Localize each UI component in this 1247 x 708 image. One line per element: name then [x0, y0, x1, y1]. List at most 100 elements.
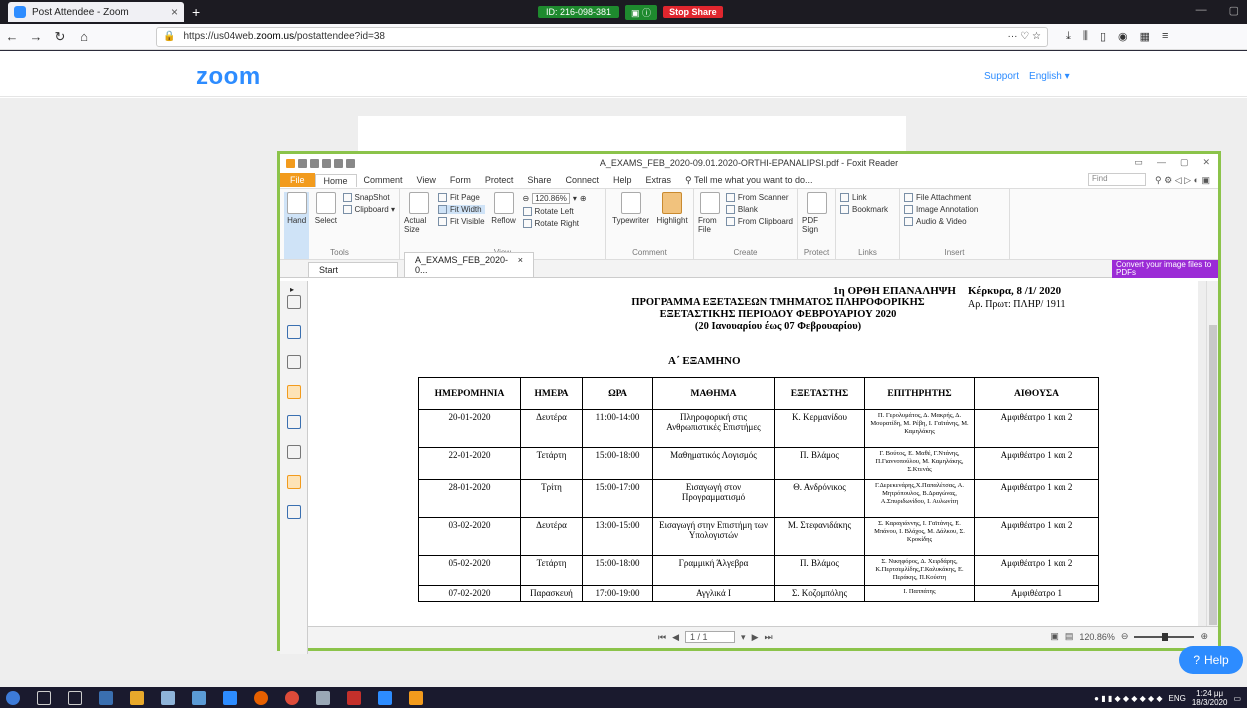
scrollbar-thumb[interactable] [1209, 325, 1217, 625]
tell-me-search[interactable]: ⚲ Tell me what you want to do... [678, 175, 820, 186]
start-icon[interactable] [6, 690, 20, 705]
sidebar-icon[interactable]: ▯ [1100, 30, 1106, 43]
rotate-right-button[interactable]: Rotate Right [522, 219, 587, 228]
status-zoom-value[interactable]: 120.86% [1079, 632, 1115, 642]
task-view-icon[interactable] [68, 690, 82, 705]
menu-file[interactable]: File [280, 173, 315, 187]
menu-view[interactable]: View [410, 175, 443, 185]
bookmark-button[interactable]: Bookmark [840, 205, 888, 214]
home-icon[interactable]: ⌂ [72, 29, 96, 44]
app-icon[interactable] [316, 690, 330, 705]
first-page-icon[interactable]: ⏮ [658, 632, 666, 643]
close-tab-icon[interactable]: × [171, 5, 178, 19]
explorer-icon[interactable] [99, 690, 113, 705]
vertical-scrollbar[interactable] [1206, 281, 1218, 631]
audio-video-button[interactable]: Audio & Video [904, 217, 978, 226]
zoom-logo[interactable]: zoom [196, 63, 261, 91]
security-icon[interactable] [286, 475, 301, 489]
layers-icon[interactable] [286, 325, 301, 339]
zoom-icon[interactable] [378, 690, 392, 705]
panel-expand-icon[interactable]: ▸ [280, 281, 307, 295]
menu-help[interactable]: Help [606, 175, 639, 185]
next-page-icon[interactable]: ▶ [752, 632, 759, 643]
fit-width-button[interactable]: Fit Width [438, 205, 485, 214]
url-bar[interactable]: 🔒 https://us04web.zoom.us/postattendee?i… [156, 26, 1048, 47]
single-page-icon[interactable]: ▣ [1050, 631, 1059, 642]
menu-comment[interactable]: Comment [357, 175, 410, 185]
link-button[interactable]: Link [840, 193, 888, 202]
blank-button[interactable]: Blank [725, 205, 793, 214]
from-scanner-button[interactable]: From Scanner [725, 193, 793, 202]
certify-icon[interactable] [286, 505, 301, 519]
tray-icons[interactable]: ● ▮ ▮ ◆ ◆ ◆ ◆ ◆ ◆ [1094, 694, 1162, 703]
zoom-in-icon[interactable]: ⊕ [1200, 631, 1208, 642]
prev-page-icon[interactable]: ◀ [672, 632, 679, 643]
menu-home[interactable]: Home [314, 173, 357, 187]
tab-start[interactable]: Start [308, 262, 398, 277]
support-link[interactable]: Support [984, 71, 1019, 82]
maximize-icon[interactable]: ▢ [1229, 4, 1239, 17]
rotate-left-button[interactable]: Rotate Left [522, 207, 587, 216]
reload-icon[interactable]: ↻ [48, 29, 72, 45]
foxit-icon[interactable] [409, 690, 423, 705]
page-number-input[interactable]: 1 / 1 [685, 631, 736, 643]
account-icon[interactable]: ◉ [1118, 30, 1128, 43]
clipboard-button[interactable]: Clipboard ▾ [342, 205, 395, 214]
foxit-right-tools[interactable]: ⚲ ⚙ ◁ ▷ ◐ ▣ [1155, 175, 1210, 186]
snapshot-button[interactable]: SnapShot [342, 193, 395, 202]
fit-page-button[interactable]: Fit Page [438, 193, 485, 202]
image-annotation-button[interactable]: Image Annotation [904, 205, 978, 214]
folder-icon[interactable] [130, 690, 144, 705]
back-icon[interactable]: ← [0, 29, 24, 44]
signature-icon[interactable] [286, 355, 301, 369]
maximize-icon[interactable]: ▢ [1180, 157, 1189, 168]
from-clipboard-button[interactable]: From Clipboard [725, 217, 793, 226]
menu-icon[interactable]: ≡ [1162, 30, 1168, 43]
stop-share-button[interactable]: Stop Share [663, 6, 723, 18]
zoom-slider[interactable] [1134, 632, 1195, 641]
page-actions-icon[interactable]: ··· ♡ ☆ [1008, 31, 1041, 42]
menu-extras[interactable]: Extras [639, 175, 679, 185]
file-attachment-button[interactable]: File Attachment [904, 193, 978, 202]
download-icon[interactable]: ⤓ [1066, 30, 1071, 43]
chrome-icon[interactable] [285, 690, 299, 705]
forward-icon[interactable]: → [24, 29, 48, 44]
pages-icon[interactable] [286, 295, 301, 309]
clock[interactable]: 1:24 μμ 18/3/2020 [1192, 689, 1228, 707]
firefox-icon[interactable] [254, 690, 268, 705]
edge-icon[interactable] [223, 690, 237, 705]
extension-icon[interactable]: ▦ [1140, 30, 1150, 43]
tab-document[interactable]: A_EXAMS_FEB_2020-0... × [404, 252, 534, 277]
close-tab-icon[interactable]: × [518, 255, 523, 275]
minimize-icon[interactable]: — [1157, 157, 1166, 168]
properties-icon[interactable] [286, 445, 301, 459]
notification-icon[interactable]: ▭ [1233, 694, 1241, 703]
browser-tab[interactable]: Post Attendee - Zoom × [8, 2, 184, 22]
new-tab-button[interactable]: + [192, 4, 200, 20]
fit-visible-button[interactable]: Fit Visible [438, 217, 485, 226]
close-icon[interactable]: ✕ [1202, 157, 1210, 168]
language-indicator[interactable]: ENG [1169, 694, 1186, 703]
find-input[interactable]: Find [1088, 173, 1146, 186]
comments-icon[interactable] [286, 385, 301, 399]
menu-share[interactable]: Share [520, 175, 558, 185]
page-dropdown-icon[interactable]: ▾ [741, 632, 746, 643]
network-icon[interactable] [192, 690, 206, 705]
restore-icon[interactable]: ▭ [1134, 157, 1143, 168]
last-page-icon[interactable]: ⏭ [764, 632, 772, 643]
menu-connect[interactable]: Connect [558, 175, 606, 185]
continuous-icon[interactable]: ▤ [1065, 631, 1074, 642]
language-dropdown[interactable]: English ▾ [1029, 71, 1070, 82]
menu-protect[interactable]: Protect [478, 175, 521, 185]
minimize-icon[interactable]: — [1196, 4, 1207, 17]
menu-form[interactable]: Form [443, 175, 478, 185]
search-icon[interactable] [37, 690, 51, 705]
lock-icon[interactable]: ▣ ⓘ [625, 4, 658, 20]
app-icon[interactable] [161, 690, 175, 705]
app-icon[interactable] [347, 690, 361, 705]
library-icon[interactable]: ⫼ [1083, 30, 1088, 43]
help-button[interactable]: ? Help [1179, 646, 1243, 674]
attachment-icon[interactable] [286, 415, 301, 429]
zoom-select[interactable]: ⊖ 120.86% ▾ ⊕ [523, 193, 587, 204]
zoom-out-icon[interactable]: ⊖ [1121, 631, 1129, 642]
